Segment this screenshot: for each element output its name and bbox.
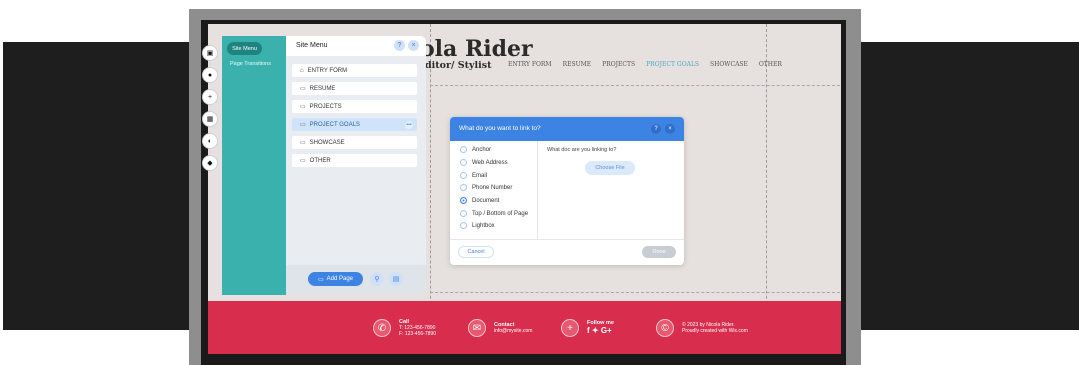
nav-item[interactable]: PROJECTS bbox=[602, 61, 635, 68]
cancel-button[interactable]: Cancel bbox=[458, 246, 494, 258]
footer-contact-email[interactable]: info@mysite.com bbox=[494, 328, 532, 334]
tab-page-transitions[interactable]: Page Transitions bbox=[230, 61, 271, 67]
link-option-top-bottom[interactable]: Top / Bottom of Page bbox=[460, 210, 528, 217]
copyright-line-2: Proudly created with Wix.com bbox=[682, 328, 748, 334]
folder-icon[interactable]: ▤ bbox=[389, 272, 403, 286]
social-icons[interactable]: f ✦ G+ bbox=[587, 326, 612, 335]
done-button[interactable]: Done bbox=[642, 246, 676, 258]
page-item-resume[interactable]: ▭ RESUME bbox=[292, 82, 417, 95]
more-options-icon[interactable]: ••• bbox=[405, 120, 413, 129]
page-icon: ▭ bbox=[300, 158, 306, 164]
nav-item[interactable]: OTHER bbox=[759, 61, 782, 68]
add-page-button[interactable]: ▭ Add Page bbox=[308, 272, 363, 286]
page-item-entry-form[interactable]: ⌂ ENTRY FORM bbox=[292, 64, 417, 77]
nav-item-active[interactable]: PROJECT GOALS bbox=[646, 61, 699, 68]
help-icon[interactable]: ? bbox=[651, 124, 661, 134]
site-title: ola Rider bbox=[420, 36, 533, 62]
page-icon: ▭ bbox=[300, 104, 306, 110]
radio-button-selected[interactable] bbox=[460, 197, 467, 204]
radio-button[interactable] bbox=[460, 184, 467, 191]
nav-item[interactable]: ENTRY FORM bbox=[508, 61, 552, 68]
tab-site-menu[interactable]: Site Menu bbox=[227, 42, 262, 55]
footer-call: ✆ Call T: 123-456-7890 F: 123-456-7890 bbox=[373, 319, 436, 337]
page-item-label: RESUME bbox=[309, 85, 336, 92]
site-nav: ENTRY FORM RESUME PROJECTS PROJECT GOALS… bbox=[508, 61, 782, 68]
radio-button[interactable] bbox=[460, 222, 467, 229]
radio-button[interactable] bbox=[460, 172, 467, 179]
footer-guide-line bbox=[430, 292, 840, 293]
link-option-phone[interactable]: Phone Number bbox=[460, 184, 512, 191]
footer-copyright: © © 2023 by Nicola Rider. Proudly create… bbox=[656, 319, 748, 337]
page-item-label: ENTRY FORM bbox=[307, 67, 348, 74]
link-icon[interactable]: ⚲ bbox=[370, 272, 384, 286]
dialog-divider bbox=[537, 141, 538, 239]
help-icon[interactable]: ? bbox=[394, 40, 405, 51]
pages-icon[interactable]: ▣ bbox=[202, 45, 218, 61]
page-icon: ▭ bbox=[300, 140, 306, 146]
media-icon[interactable]: ◐ bbox=[202, 133, 218, 149]
link-option-email[interactable]: Email bbox=[460, 172, 487, 179]
choose-file-button[interactable]: Choose File bbox=[585, 161, 635, 175]
site-subtitle: ditor/ Stylist bbox=[425, 60, 492, 71]
apps-icon[interactable]: ▦ bbox=[202, 111, 218, 127]
footer-follow: + Follow me f ✦ G+ bbox=[561, 319, 614, 337]
right-dark-band bbox=[858, 42, 1079, 330]
editor-toolbar: ▣ ● + ▦ ◐ ◆ bbox=[200, 37, 222, 177]
nav-item[interactable]: SHOWCASE bbox=[710, 61, 748, 68]
blog-icon[interactable]: ◆ bbox=[202, 155, 218, 171]
site-menu-sidebar bbox=[222, 36, 286, 295]
link-option-anchor[interactable]: Anchor bbox=[460, 146, 491, 153]
footer-contact: ✉ Contact info@mysite.com bbox=[468, 319, 532, 337]
page-item-label: PROJECTS bbox=[309, 103, 342, 110]
page-icon: ▭ bbox=[300, 122, 306, 128]
theme-icon[interactable]: ● bbox=[202, 67, 218, 83]
page-item-projects[interactable]: ▭ PROJECTS bbox=[292, 100, 417, 113]
screenshot-stage: ola Rider ditor/ Stylist ENTRY FORM RESU… bbox=[0, 0, 1079, 365]
radio-button[interactable] bbox=[460, 210, 467, 217]
plus-icon: + bbox=[561, 319, 579, 337]
page-icon: ▭ bbox=[317, 276, 324, 283]
link-option-document[interactable]: Document bbox=[460, 197, 499, 204]
document-question: What doc are you linking to? bbox=[547, 147, 617, 153]
nav-item[interactable]: RESUME bbox=[563, 61, 592, 68]
page-item-project-goals[interactable]: ▭ PROJECT GOALS ••• bbox=[292, 118, 417, 131]
radio-button[interactable] bbox=[460, 159, 467, 166]
page-item-showcase[interactable]: ▭ SHOWCASE bbox=[292, 136, 417, 149]
home-icon: ⌂ bbox=[300, 67, 304, 74]
page-item-label: SHOWCASE bbox=[309, 139, 345, 146]
header-guide-line bbox=[430, 85, 840, 86]
close-icon[interactable]: × bbox=[408, 40, 419, 51]
dialog-footer-divider bbox=[450, 239, 684, 240]
add-icon[interactable]: + bbox=[202, 89, 218, 105]
mail-icon: ✉ bbox=[468, 319, 486, 337]
page-item-other[interactable]: ▭ OTHER bbox=[292, 154, 417, 167]
link-option-lightbox[interactable]: Lightbox bbox=[460, 222, 495, 229]
page-item-label: PROJECT GOALS bbox=[309, 121, 360, 128]
link-dialog-title: What do you want to link to? bbox=[459, 125, 541, 132]
phone-icon: ✆ bbox=[373, 319, 391, 337]
page-item-label: OTHER bbox=[309, 157, 331, 164]
link-option-web-address[interactable]: Web Address bbox=[460, 159, 508, 166]
radio-button[interactable] bbox=[460, 146, 467, 153]
close-icon[interactable]: × bbox=[665, 124, 675, 134]
copyright-icon: © bbox=[656, 319, 674, 337]
left-dark-band bbox=[3, 42, 189, 330]
page-icon: ▭ bbox=[300, 86, 306, 92]
panel-title: Site Menu bbox=[296, 42, 328, 49]
footer-call-f: F: 123-456-7890 bbox=[399, 331, 436, 337]
